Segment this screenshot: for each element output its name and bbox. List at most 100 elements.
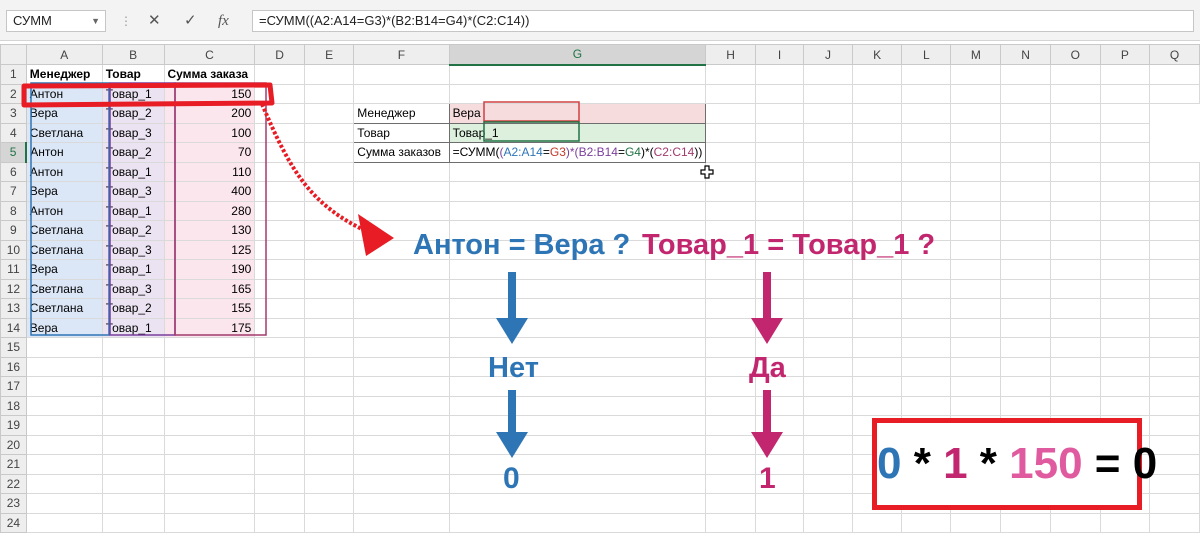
cell[interactable] xyxy=(303,415,355,436)
cell[interactable] xyxy=(1049,259,1101,280)
cell[interactable] xyxy=(901,395,952,416)
cell[interactable] xyxy=(1099,181,1151,202)
cell[interactable] xyxy=(950,512,1002,533)
cell[interactable] xyxy=(353,473,450,494)
cell[interactable] xyxy=(1099,122,1151,143)
cell[interactable] xyxy=(448,161,707,182)
cell[interactable] xyxy=(705,317,756,338)
cell[interactable] xyxy=(303,454,355,475)
cell[interactable] xyxy=(254,83,305,104)
cell[interactable] xyxy=(1149,395,1200,416)
cell[interactable] xyxy=(1149,239,1200,260)
cell[interactable] xyxy=(254,220,305,241)
cell[interactable] xyxy=(705,512,756,533)
cell[interactable] xyxy=(101,395,165,416)
cell[interactable] xyxy=(950,220,1002,241)
sum-cell[interactable]: 100 xyxy=(163,122,256,143)
cell[interactable] xyxy=(1000,337,1051,358)
cell[interactable] xyxy=(448,278,707,299)
criteria-label-manager[interactable]: Менеджер xyxy=(353,103,450,124)
cell[interactable] xyxy=(254,473,305,494)
cell[interactable] xyxy=(803,278,853,299)
cell[interactable] xyxy=(1099,83,1151,104)
cell[interactable] xyxy=(705,278,756,299)
cell[interactable] xyxy=(754,181,805,202)
cell[interactable] xyxy=(1000,395,1051,416)
chevron-down-icon[interactable]: ▼ xyxy=(91,11,100,31)
cell[interactable] xyxy=(1099,200,1151,221)
column-header[interactable]: H xyxy=(705,44,756,65)
cell[interactable] xyxy=(1149,512,1200,533)
sum-cell[interactable]: 155 xyxy=(163,298,256,319)
manager-cell[interactable]: Светлана xyxy=(25,278,103,299)
cell[interactable] xyxy=(1049,298,1101,319)
cell[interactable] xyxy=(851,103,903,124)
cell[interactable] xyxy=(353,181,450,202)
cell[interactable] xyxy=(754,142,805,163)
cell[interactable] xyxy=(803,454,853,475)
cell[interactable] xyxy=(705,142,756,163)
cell[interactable] xyxy=(1099,259,1151,280)
cell[interactable] xyxy=(1049,83,1101,104)
cell[interactable] xyxy=(254,122,305,143)
header-cell-product[interactable]: Товар xyxy=(101,64,165,85)
column-header[interactable]: B xyxy=(101,44,165,65)
cell[interactable] xyxy=(353,356,450,377)
cell[interactable] xyxy=(1000,103,1051,124)
cell[interactable] xyxy=(163,356,256,377)
cell[interactable] xyxy=(303,317,355,338)
cell[interactable] xyxy=(803,337,853,358)
cell[interactable] xyxy=(901,298,952,319)
cell[interactable] xyxy=(901,142,952,163)
cell[interactable] xyxy=(901,317,952,338)
cell[interactable] xyxy=(1049,239,1101,260)
cell[interactable] xyxy=(851,259,903,280)
manager-cell[interactable]: Светлана xyxy=(25,298,103,319)
cell[interactable] xyxy=(901,161,952,182)
cell[interactable] xyxy=(1099,395,1151,416)
cell[interactable] xyxy=(1099,278,1151,299)
cell[interactable] xyxy=(950,376,1002,397)
cell[interactable] xyxy=(448,454,707,475)
cell[interactable] xyxy=(754,415,805,436)
row-header[interactable]: 4 xyxy=(0,122,27,143)
cell[interactable] xyxy=(851,64,903,85)
cell[interactable] xyxy=(1000,239,1051,260)
row-header[interactable]: 18 xyxy=(0,395,27,416)
cell[interactable] xyxy=(754,83,805,104)
cell[interactable] xyxy=(803,161,853,182)
cell[interactable] xyxy=(901,356,952,377)
cell[interactable] xyxy=(1149,161,1200,182)
cell[interactable] xyxy=(803,83,853,104)
row-header[interactable]: 23 xyxy=(0,493,27,514)
cell[interactable] xyxy=(254,395,305,416)
cell[interactable] xyxy=(25,337,103,358)
cell[interactable] xyxy=(1000,317,1051,338)
cell[interactable] xyxy=(25,415,103,436)
cell[interactable] xyxy=(303,103,355,124)
cell[interactable] xyxy=(851,317,903,338)
product-cell[interactable]: Товар_3 xyxy=(101,239,165,260)
cell[interactable] xyxy=(353,434,450,455)
cell[interactable] xyxy=(101,473,165,494)
cell[interactable] xyxy=(950,259,1002,280)
cell[interactable] xyxy=(803,298,853,319)
criteria-value-manager[interactable]: Вера xyxy=(448,103,707,124)
cell[interactable] xyxy=(851,181,903,202)
product-cell[interactable]: Товар_1 xyxy=(101,161,165,182)
cell[interactable] xyxy=(851,376,903,397)
cell[interactable] xyxy=(705,493,756,514)
product-cell[interactable]: Товар_1 xyxy=(101,259,165,280)
cell[interactable] xyxy=(1000,200,1051,221)
cell[interactable] xyxy=(851,512,903,533)
cell[interactable] xyxy=(101,493,165,514)
cell[interactable] xyxy=(1099,317,1151,338)
cell[interactable] xyxy=(950,317,1002,338)
cell[interactable] xyxy=(25,454,103,475)
cell[interactable] xyxy=(901,337,952,358)
cell[interactable] xyxy=(803,493,853,514)
sum-cell[interactable]: 125 xyxy=(163,239,256,260)
cell[interactable] xyxy=(754,161,805,182)
row-header[interactable]: 11 xyxy=(0,259,27,280)
cell[interactable] xyxy=(754,512,805,533)
